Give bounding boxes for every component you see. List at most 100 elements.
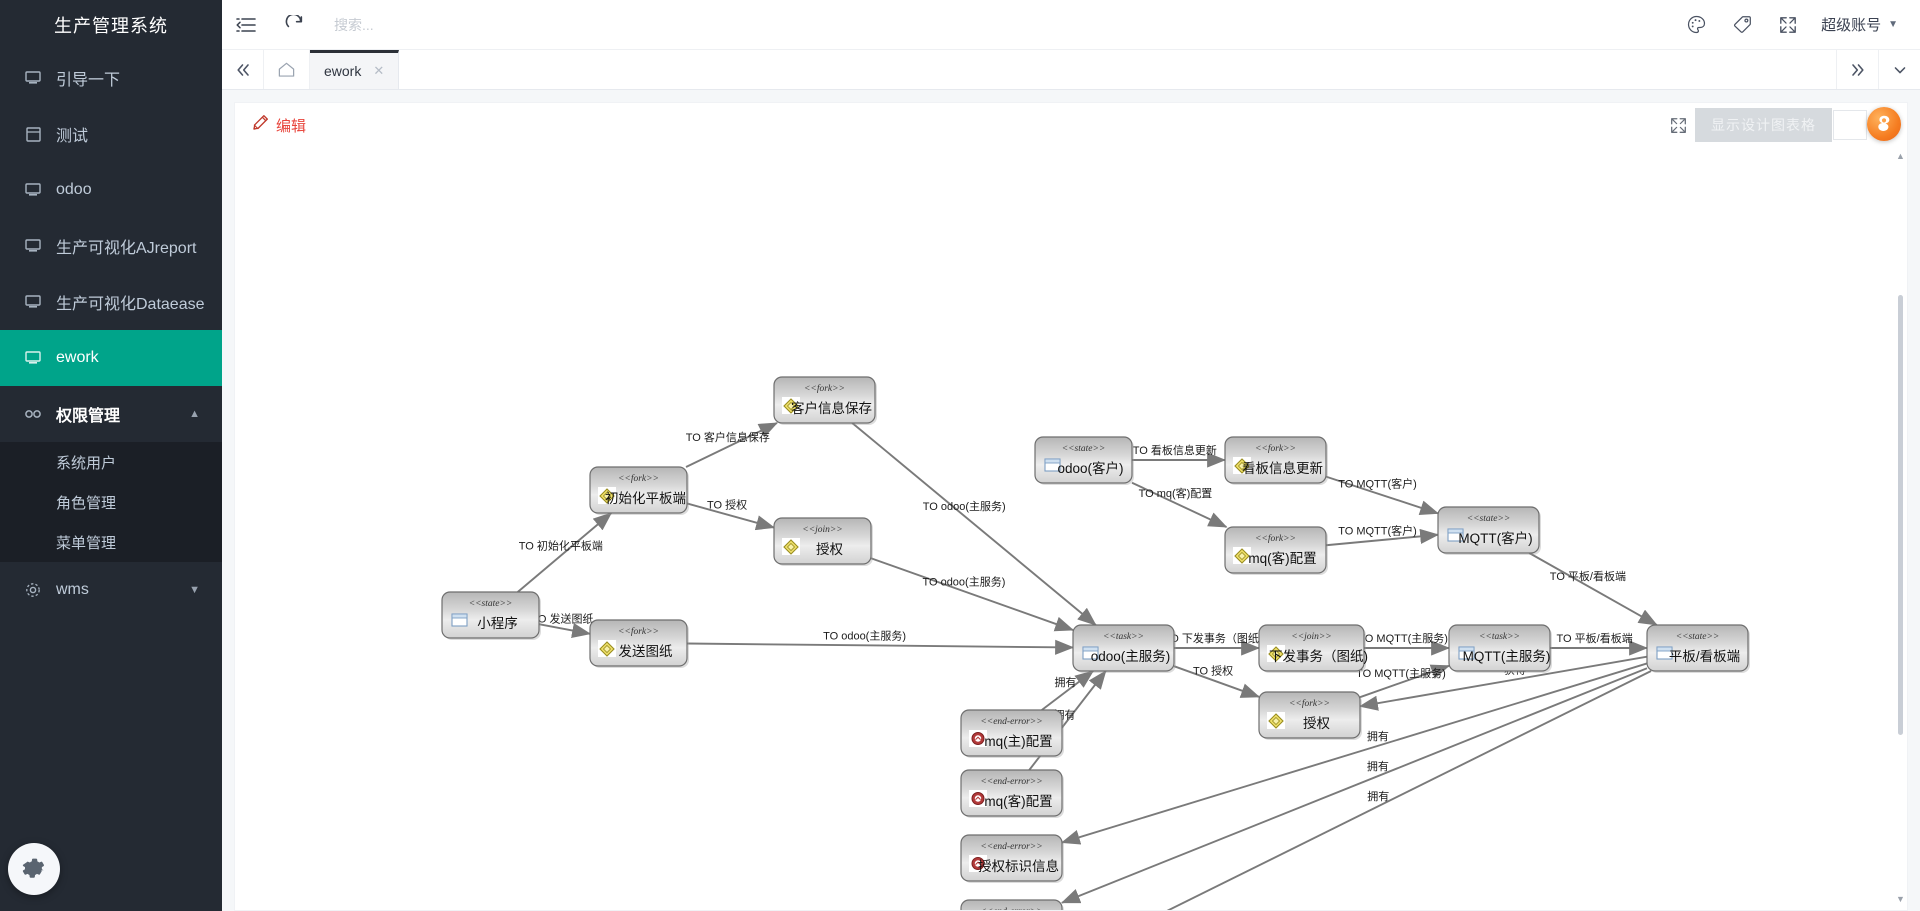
node-stereotype: <<join>> <box>1291 632 1331 642</box>
tag-icon[interactable] <box>1719 0 1765 50</box>
diagram-node[interactable]: <<end-error>> mq(主)配置 <box>960 709 1064 758</box>
diagram-node[interactable]: <<end-error>>客户odoo服务器信息 <box>956 899 1081 910</box>
chevron-down-icon: ▼ <box>1888 19 1898 30</box>
chevron-down-icon[interactable] <box>1878 50 1920 89</box>
sidebar-item-guide[interactable]: 引导一下 <box>0 50 222 106</box>
app-root: 生产管理系统 引导一下 测试 odoo 生产可视化AJreport 生产可视化D… <box>0 0 1920 911</box>
scroll-down-arrow[interactable]: ▼ <box>1896 894 1905 904</box>
sidebar-item-odoo[interactable]: odoo <box>0 162 222 218</box>
diagram-node[interactable]: <<fork>> 初始化平板端 <box>589 466 689 515</box>
chevron-down-icon: ▼ <box>189 584 200 596</box>
tab-ework[interactable]: ework ✕ <box>310 50 400 89</box>
sidebar-item-label: 引导一下 <box>56 72 121 89</box>
sidebar-subitem-system-users[interactable]: 系统用户 <box>0 442 222 482</box>
sidebar-item-label: ework <box>56 349 99 366</box>
show-design-table-button[interactable]: 显示设计图表格 <box>1695 108 1832 142</box>
settings-gear-icon[interactable] <box>8 843 60 895</box>
diagram-node[interactable]: <<fork>> 看板信息更新 <box>1224 436 1328 485</box>
fullscreen-icon[interactable] <box>1661 108 1695 142</box>
palette-icon[interactable] <box>1673 0 1719 50</box>
diagram-node[interactable]: <<fork>> 发送图纸 <box>589 619 689 668</box>
edge-label: 拥有 <box>1367 759 1389 773</box>
diagram-canvas[interactable]: TO 初始化平板端 TO 发送图纸 TO 客户信息保存 TO 授权 TO odoo(主服… <box>235 147 1907 910</box>
diagram-node[interactable]: <<join>> 授权 <box>773 517 873 566</box>
sidebar-item-label: 生产可视化Dataease <box>56 296 205 313</box>
diagram-node[interactable]: <<fork>> 授权 <box>1258 691 1362 740</box>
sidebar-item-ajreport[interactable]: 生产可视化AJreport <box>0 218 222 274</box>
monitor-icon <box>22 349 44 367</box>
diagram-node[interactable]: <<fork>> 客户信息保存 <box>773 376 877 425</box>
app-brand-title: 生产管理系统 <box>0 0 222 50</box>
scrollbar-thumb[interactable] <box>1898 295 1903 735</box>
edge-label: TO 初始化平板端 <box>519 539 603 553</box>
node-label: 发送图纸 <box>619 644 673 659</box>
main-area: 搜索... 超级账号 ▼ ework ✕ 编辑 显示设计图表格 TO 初始化平板… <box>222 0 1920 911</box>
pencil-icon <box>251 114 269 136</box>
sidebar-subitem-role-management[interactable]: 角色管理 <box>0 482 222 522</box>
sidebar-item-wms[interactable]: wms ▼ <box>0 562 222 618</box>
sidebar-item-label: odoo <box>56 181 92 198</box>
node-stereotype: <<fork>> <box>618 473 659 484</box>
node-label: MQTT(主服务) <box>1463 649 1551 664</box>
node-stereotype: <<task>> <box>1479 632 1520 642</box>
edit-label: 编辑 <box>276 117 307 135</box>
orange-swirl-logo[interactable] <box>1867 107 1901 141</box>
edge-label: TO 授权 <box>707 498 747 512</box>
sidebar-item-label: 权限管理 <box>56 408 121 425</box>
sidebar-item-permission[interactable]: 权限管理 ▲ <box>0 386 222 442</box>
node-stereotype: <<fork>> <box>1289 698 1330 709</box>
edge-label: TO mq(客)配置 <box>1139 486 1213 500</box>
node-label: mq(客)配置 <box>1248 550 1316 566</box>
diagram-node[interactable]: <<state>> 小程序 <box>441 591 541 640</box>
node-stereotype: <<fork>> <box>804 383 845 394</box>
double-chevron-right-icon[interactable] <box>1836 50 1878 89</box>
sidebar-submenu-permission: 系统用户 角色管理 菜单管理 <box>0 442 222 562</box>
fullscreen-icon[interactable] <box>1765 0 1811 50</box>
sidebar-item-ework[interactable]: ework <box>0 330 222 386</box>
close-icon[interactable]: ✕ <box>373 63 384 79</box>
node-label: mq(主)配置 <box>984 734 1052 749</box>
monitor-icon <box>22 181 44 199</box>
node-stereotype: <<state>> <box>1062 444 1106 454</box>
node-label: 小程序 <box>477 616 518 631</box>
diagram-node[interactable]: <<state>> odoo(客户) <box>1034 436 1134 485</box>
diagram-node[interactable]: <<task>> MQTT(主服务) <box>1448 624 1552 673</box>
sidebar-item-dataease[interactable]: 生产可视化Dataease <box>0 274 222 330</box>
edge-label: TO MQTT(主服务) <box>1358 632 1448 645</box>
vertical-scrollbar[interactable]: ▲ ▼ <box>1896 151 1905 904</box>
scroll-up-arrow[interactable]: ▲ <box>1896 151 1905 161</box>
sidebar-item-test[interactable]: 测试 <box>0 106 222 162</box>
tab-bar: ework ✕ <box>222 50 1920 90</box>
sidebar-item-label: wms <box>56 581 89 598</box>
double-chevron-left-icon[interactable] <box>222 50 264 89</box>
node-label: 下发事务（图纸) <box>1269 649 1368 664</box>
diagram-node[interactable]: <<fork>> mq(客)配置 <box>1224 526 1328 575</box>
edge-label: TO MQTT(客户) <box>1338 477 1417 491</box>
user-menu[interactable]: 超级账号 ▼ <box>1811 0 1920 50</box>
search-input[interactable]: 搜索... <box>334 0 534 50</box>
diagram-node[interactable]: <<join>> 下发事务（图纸) <box>1258 624 1368 673</box>
edge-label: 拥有 <box>1054 675 1076 689</box>
edge-label: TO odoo(主服务) <box>923 500 1006 513</box>
refresh-icon[interactable] <box>270 0 318 50</box>
edge-label: 拥有 <box>1367 789 1389 803</box>
node-label: 客户信息保存 <box>791 400 872 416</box>
diagram-node[interactable]: <<end-error>> 授权标识信息 <box>960 834 1064 883</box>
edit-button[interactable]: 编辑 <box>251 114 306 136</box>
diagram-node[interactable]: <<end-error>> mq(客)配置 <box>960 769 1064 818</box>
menu-fold-icon[interactable] <box>222 0 270 50</box>
node-label: MQTT(客户) <box>1458 530 1532 546</box>
tab-label: ework <box>324 63 362 79</box>
node-stereotype: <<end-error>> <box>980 777 1042 787</box>
home-icon[interactable] <box>264 50 310 89</box>
sidebar-subitem-menu-management[interactable]: 菜单管理 <box>0 522 222 562</box>
node-stereotype: <<fork>> <box>618 626 659 637</box>
edge-label: TO 客户信息保存 <box>686 430 770 444</box>
design-table-toggle[interactable] <box>1833 110 1867 140</box>
node-stereotype: <<state>> <box>1467 514 1511 524</box>
node-label: 授权标识信息 <box>978 858 1059 874</box>
node-label: odoo(主服务) <box>1091 649 1171 664</box>
diagram-node[interactable]: <<state>> 平板/看板端 <box>1646 624 1750 673</box>
diagram-node[interactable]: <<task>> odoo(主服务) <box>1072 624 1176 673</box>
diagram-node[interactable]: <<state>> MQTT(客户) <box>1437 506 1541 555</box>
